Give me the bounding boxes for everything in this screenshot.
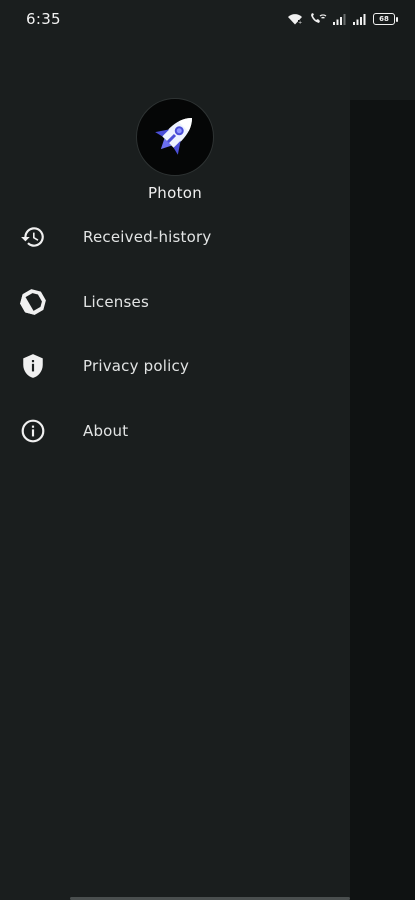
drawer-item-label: Privacy policy: [83, 357, 190, 376]
battery-level: 68: [379, 14, 389, 23]
status-time: 6:35: [26, 10, 61, 28]
signal-icon: [333, 13, 347, 25]
rocket-icon: [143, 103, 207, 171]
screen: 6:35 + 68 Photon Received-history Licens…: [0, 0, 415, 900]
signal-icon: [353, 13, 367, 25]
drawer-item-privacy-policy[interactable]: Privacy policy: [0, 334, 350, 399]
battery-icon: 68: [373, 13, 398, 25]
drawer-item-received-history[interactable]: Received-history: [0, 205, 350, 270]
drawer-item-label: Licenses: [83, 292, 149, 311]
license-badge-icon: [18, 287, 48, 317]
navigation-drawer: Photon Received-history Licenses Privacy…: [0, 0, 350, 900]
shield-icon: [18, 351, 48, 381]
vowifi-icon: [309, 13, 327, 25]
info-icon: [18, 416, 48, 446]
drawer-item-label: About: [83, 421, 129, 440]
history-icon: [18, 222, 48, 252]
drawer-header: Photon: [0, 98, 350, 202]
drawer-item-licenses[interactable]: Licenses: [0, 270, 350, 335]
svg-text:+: +: [298, 20, 302, 25]
drawer-item-about[interactable]: About: [0, 399, 350, 464]
app-name: Photon: [147, 184, 203, 202]
status-icons: + 68: [287, 13, 398, 25]
wifi-icon: +: [287, 13, 303, 25]
avatar: [136, 98, 214, 176]
status-bar: 6:35 + 68: [0, 0, 415, 38]
drawer-menu: Received-history Licenses Privacy policy…: [0, 205, 350, 463]
drawer-item-label: Received-history: [83, 228, 212, 247]
app-background-scrim[interactable]: [350, 100, 415, 900]
